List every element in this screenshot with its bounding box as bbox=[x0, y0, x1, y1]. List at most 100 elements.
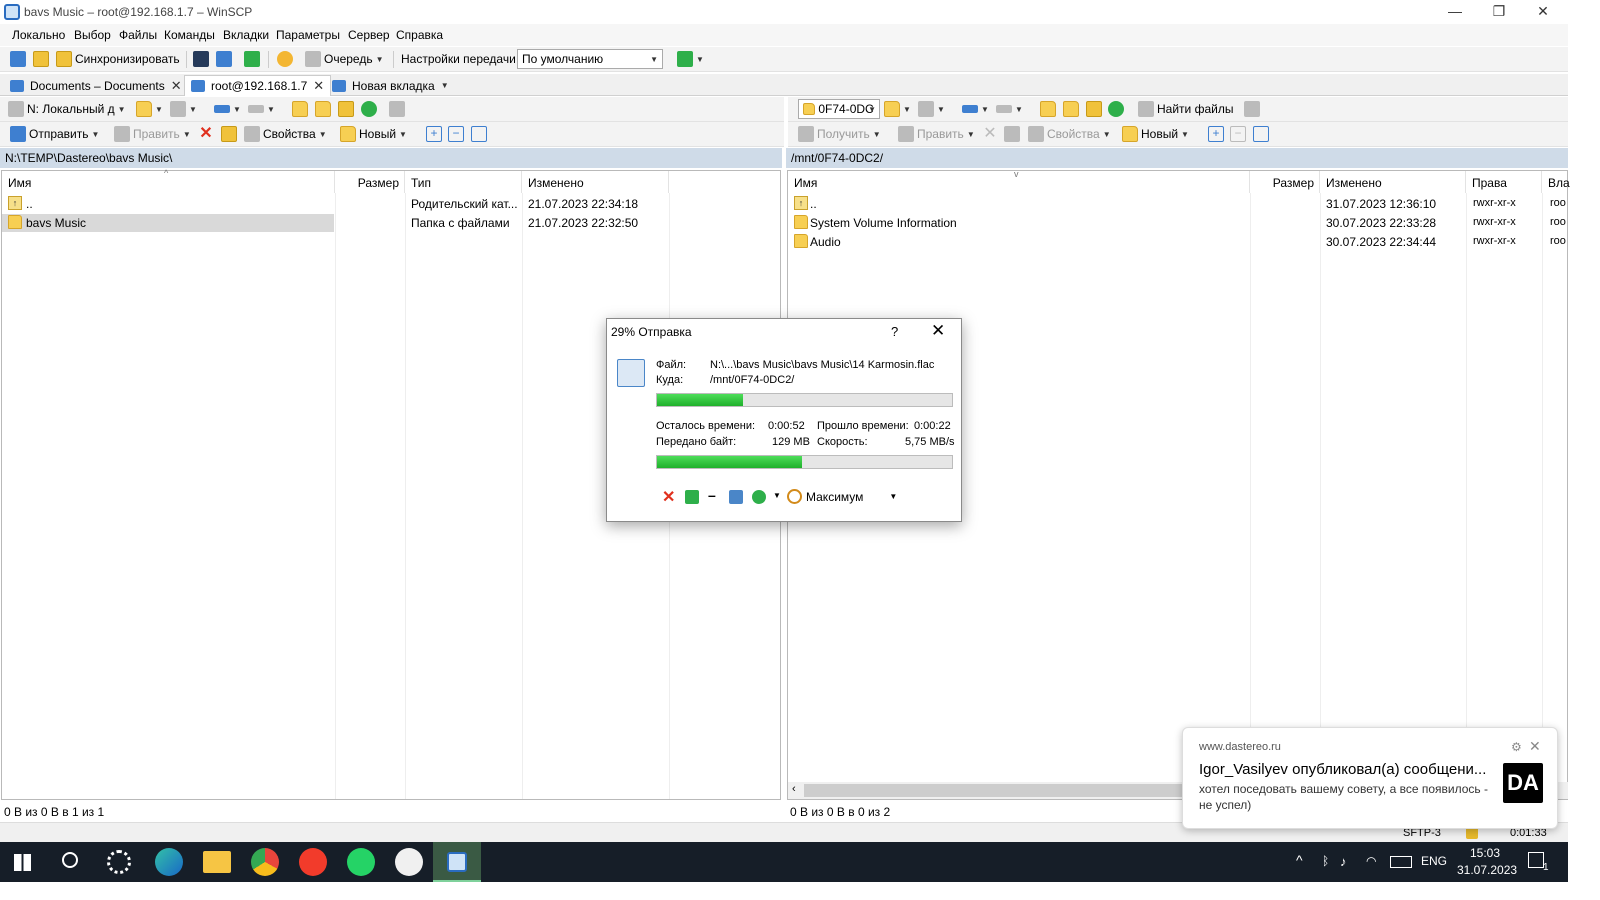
right-edit-button[interactable]: Править ▼ bbox=[898, 124, 975, 144]
filter-select-icon[interactable] bbox=[471, 126, 487, 142]
menu-help[interactable]: Справка bbox=[396, 28, 443, 42]
home-icon[interactable] bbox=[1086, 101, 1102, 117]
run-in-background-icon[interactable] bbox=[729, 490, 743, 504]
send-button[interactable]: Отправить ▼ bbox=[10, 124, 99, 144]
menu-server[interactable]: Сервер bbox=[348, 28, 390, 42]
settings-gear-icon[interactable] bbox=[107, 850, 131, 874]
tab-documents[interactable]: Documents – Documents ✕ bbox=[4, 75, 188, 96]
left-properties-button[interactable]: Свойства ▼ bbox=[244, 124, 327, 144]
right-filter-button[interactable]: ▼ bbox=[918, 99, 945, 119]
wifi-icon[interactable]: ◠ bbox=[1366, 854, 1376, 868]
scroll-left-icon[interactable]: ‹ bbox=[792, 783, 796, 795]
delete-icon[interactable]: ✕ bbox=[982, 126, 998, 142]
close-window-button[interactable]: ✕ bbox=[1520, 0, 1566, 24]
column-modified[interactable]: Изменено bbox=[522, 171, 669, 193]
file-explorer-icon[interactable] bbox=[203, 851, 231, 873]
restore-button[interactable]: ❐ bbox=[1476, 0, 1522, 24]
column-size[interactable]: Размер bbox=[1250, 171, 1320, 193]
column-owner[interactable]: Вла bbox=[1542, 171, 1570, 193]
right-new-button[interactable]: Новый ▼ bbox=[1122, 124, 1189, 144]
settings-icon[interactable]: ⚙ bbox=[1511, 740, 1522, 754]
cancel-transfer-icon[interactable]: ✕ bbox=[662, 487, 675, 507]
speed-limit-select[interactable]: Максимум ▼ bbox=[787, 489, 897, 504]
synchronize-button[interactable]: Синхронизировать bbox=[56, 49, 180, 69]
chrome-browser-icon[interactable] bbox=[251, 848, 279, 876]
close-notification-icon[interactable]: ✕ bbox=[1529, 738, 1541, 755]
bluetooth-icon[interactable]: ᛒ bbox=[1322, 854, 1329, 868]
menu-options[interactable]: Параметры bbox=[276, 28, 340, 42]
yandex-browser-icon[interactable] bbox=[299, 848, 327, 876]
clock-date[interactable]: 31.07.2023 bbox=[1457, 863, 1517, 877]
tab-root-session[interactable]: root@192.168.1.7 ✕ bbox=[184, 75, 332, 96]
column-name[interactable]: Имя ^ bbox=[2, 168, 335, 193]
refresh-session-icon[interactable] bbox=[244, 51, 260, 67]
column-name[interactable]: Имя v bbox=[788, 169, 1250, 193]
left-path-bar[interactable]: N:\TEMP\Dastereo\bavs Music\ bbox=[0, 148, 782, 168]
right-drive-select[interactable]: 0F74-0DC ▼ bbox=[798, 99, 880, 119]
preferences-gear-icon[interactable] bbox=[277, 51, 293, 67]
whatsapp-icon[interactable] bbox=[347, 848, 375, 876]
rename-icon[interactable] bbox=[221, 126, 237, 142]
app-bee-icon[interactable] bbox=[395, 848, 423, 876]
left-filter-button[interactable]: ▼ bbox=[170, 99, 197, 119]
tree-icon[interactable] bbox=[1244, 101, 1260, 117]
deselect-icon[interactable]: − bbox=[1230, 126, 1246, 142]
table-row[interactable]: ↑ .. Родительский кат... 21.07.2023 22:3… bbox=[2, 195, 782, 213]
close-tab-icon[interactable]: ✕ bbox=[171, 78, 182, 94]
home-icon[interactable] bbox=[338, 101, 354, 117]
help-button[interactable]: ? bbox=[891, 324, 898, 339]
menu-local[interactable]: Локально bbox=[12, 28, 65, 42]
compare-icon[interactable] bbox=[10, 51, 26, 67]
once-done-icon[interactable] bbox=[752, 490, 766, 504]
column-rights[interactable]: Права bbox=[1466, 171, 1542, 193]
right-open-folder-button[interactable]: ▼ bbox=[884, 99, 911, 119]
column-modified[interactable]: Изменено bbox=[1320, 171, 1466, 193]
volume-icon[interactable]: ♪ bbox=[1340, 854, 1347, 869]
table-row[interactable]: ↑ .. 31.07.2023 12:36:10 rwxr-xr-x roo bbox=[788, 195, 1569, 213]
refresh-icon[interactable] bbox=[361, 101, 377, 117]
column-size[interactable]: Размер bbox=[335, 171, 405, 193]
scrollbar-thumb[interactable] bbox=[804, 784, 1184, 797]
root-folder-icon[interactable] bbox=[315, 101, 331, 117]
clock-time[interactable]: 15:03 bbox=[1470, 846, 1500, 860]
keyboard-icon[interactable] bbox=[1390, 856, 1412, 868]
parent-folder-icon[interactable] bbox=[292, 101, 308, 117]
minimize-button[interactable]: — bbox=[1432, 0, 1478, 24]
select-all-icon[interactable]: + bbox=[1208, 126, 1224, 142]
find-files-button[interactable]: Найти файлы bbox=[1138, 99, 1233, 119]
left-edit-button[interactable]: Править ▼ bbox=[114, 124, 191, 144]
left-drive-select[interactable]: N: Локальный д ▼ bbox=[8, 99, 126, 119]
chevron-up-icon[interactable]: ^ bbox=[1296, 852, 1303, 868]
menu-files[interactable]: Файлы bbox=[119, 28, 157, 42]
sync-browse-icon[interactable] bbox=[33, 51, 49, 67]
tree-icon[interactable] bbox=[389, 101, 405, 117]
get-button[interactable]: Получить ▼ bbox=[798, 124, 881, 144]
action-center-icon[interactable] bbox=[1528, 852, 1544, 868]
left-back-button[interactable]: ▼ bbox=[214, 99, 241, 119]
language-indicator[interactable]: ENG bbox=[1421, 854, 1447, 868]
left-open-folder-button[interactable]: ▼ bbox=[136, 99, 163, 119]
table-row[interactable]: System Volume Information 30.07.2023 22:… bbox=[788, 214, 1569, 232]
right-forward-button[interactable]: ▼ bbox=[996, 99, 1023, 119]
left-forward-button[interactable]: ▼ bbox=[248, 99, 275, 119]
menu-commands[interactable]: Команды bbox=[164, 28, 215, 42]
search-icon[interactable] bbox=[62, 852, 78, 868]
tab-new[interactable]: Новая вкладка ▼ bbox=[326, 75, 455, 96]
edge-browser-icon[interactable] bbox=[155, 848, 183, 876]
menu-select[interactable]: Выбор bbox=[74, 28, 111, 42]
transfer-settings-button[interactable]: ▼ bbox=[677, 49, 704, 69]
rename-icon[interactable] bbox=[1004, 126, 1020, 142]
terminal-icon[interactable] bbox=[193, 51, 209, 67]
right-back-button[interactable]: ▼ bbox=[962, 99, 989, 119]
queue-button[interactable]: Очередь ▼ bbox=[305, 49, 384, 69]
table-row[interactable]: Audio 30.07.2023 22:34:44 rwxr-xr-x roo bbox=[788, 233, 1569, 251]
deselect-icon[interactable]: − bbox=[448, 126, 464, 142]
refresh-icon[interactable] bbox=[1108, 101, 1124, 117]
windows-start-icon[interactable] bbox=[14, 854, 31, 871]
putty-icon[interactable] bbox=[216, 51, 232, 67]
browser-notification[interactable]: www.dastereo.ru ⚙ ✕ Igor_Vasilyev опубли… bbox=[1182, 727, 1558, 829]
delete-icon[interactable]: ✕ bbox=[198, 126, 214, 142]
close-tab-icon[interactable]: ✕ bbox=[313, 78, 324, 94]
right-properties-button[interactable]: Свойства ▼ bbox=[1028, 124, 1111, 144]
column-type[interactable]: Тип bbox=[405, 171, 522, 193]
